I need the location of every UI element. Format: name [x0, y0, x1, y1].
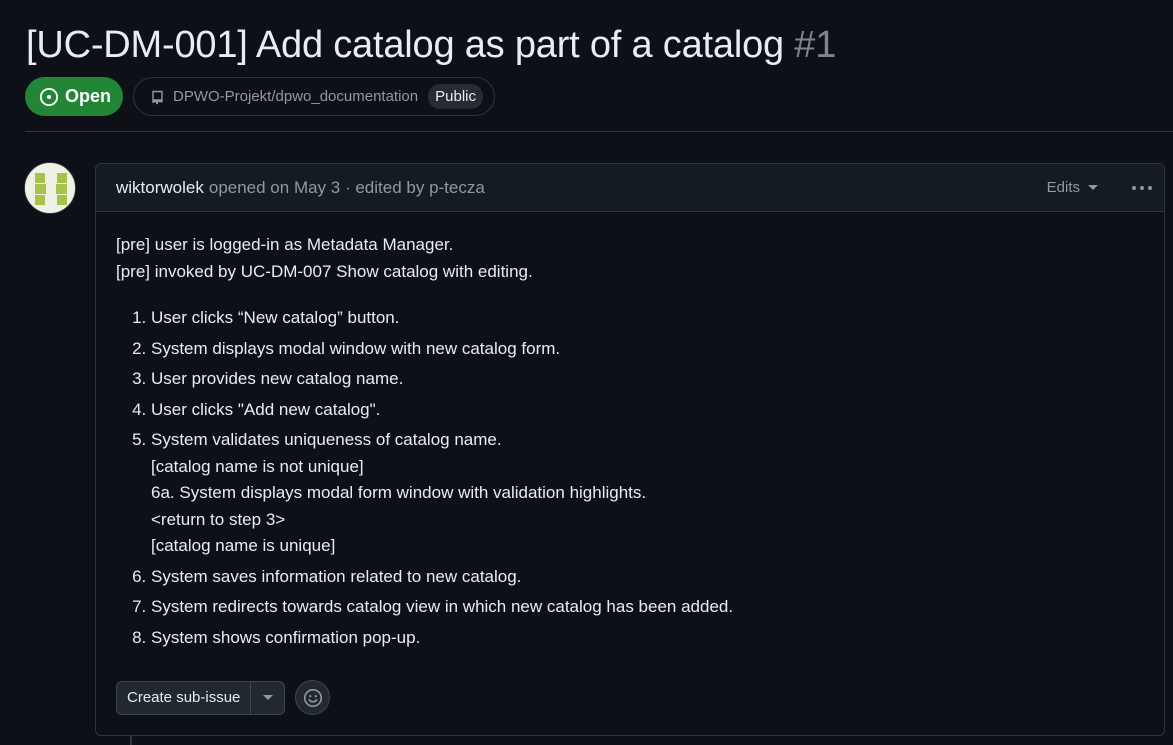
step-branch-line: [catalog name is not unique] — [151, 456, 364, 476]
identicon-icon — [25, 163, 75, 213]
repo-icon — [152, 90, 163, 104]
caret-down-icon — [262, 695, 273, 700]
step-branch-line: <return to step 3> — [151, 509, 286, 529]
issue-title-text: [UC-DM-001] Add catalog as part of a cat… — [26, 24, 784, 66]
list-item: System displays modal window with new ca… — [151, 336, 1144, 363]
edits-dropdown[interactable]: Edits — [1047, 179, 1098, 196]
list-item: User clicks “New catalog” button. — [151, 305, 1144, 332]
comment-header: wiktorwolek opened on May 3 · edited by … — [96, 164, 1164, 212]
create-sub-issue-button[interactable]: Create sub-issue — [117, 681, 252, 714]
steps-list: User clicks “New catalog” button. System… — [116, 305, 1144, 651]
create-sub-issue-group: Create sub-issue — [116, 680, 286, 715]
precondition-line: [pre] user is logged-in as Metadata Mana… — [116, 235, 454, 254]
comment-body: [pre] user is logged-in as Metadata Mana… — [96, 212, 1164, 651]
issue-state-badge: Open — [25, 77, 123, 116]
list-item: User provides new catalog name. — [151, 366, 1144, 393]
timeline-connector — [130, 736, 132, 745]
step-text: System validates uniqueness of catalog n… — [151, 430, 502, 449]
repository-name: DPWO-Projekt/dpwo_documentation — [173, 88, 419, 105]
add-reaction-button[interactable] — [295, 680, 331, 715]
visibility-badge: Public — [428, 84, 483, 109]
author-link[interactable]: wiktorwolek — [116, 178, 204, 198]
list-item: System redirects towards catalog view in… — [151, 594, 1144, 621]
create-sub-issue-dropdown[interactable] — [251, 682, 284, 714]
repository-link[interactable]: DPWO-Projekt/dpwo_documentation Public — [133, 77, 495, 116]
issue-opened-icon — [39, 87, 59, 106]
list-item: System validates uniqueness of catalog n… — [151, 427, 1144, 560]
avatar[interactable] — [24, 162, 76, 214]
issue-state-label: Open — [65, 86, 112, 106]
smiley-icon — [303, 688, 322, 707]
step-branch-line: [catalog name is unique] — [151, 536, 336, 555]
edits-label: Edits — [1046, 179, 1080, 196]
header-divider — [25, 131, 1173, 132]
list-item: System shows confirmation pop-up. — [151, 625, 1144, 652]
issue-number: #1 — [794, 24, 837, 66]
list-item: User clicks "Add new catalog". — [151, 397, 1144, 424]
comment-meta: opened on May 3 · edited by p-tecza — [208, 177, 485, 197]
caret-down-icon — [1088, 185, 1098, 190]
step-branch-line: 6a. System displays modal form window wi… — [151, 483, 647, 502]
issue-body-card: wiktorwolek opened on May 3 · edited by … — [95, 163, 1165, 736]
more-options-icon[interactable] — [1132, 186, 1152, 190]
list-item: System saves information related to new … — [151, 564, 1144, 591]
issue-title: [UC-DM-001] Add catalog as part of a cat… — [26, 22, 836, 68]
comment-actions: Create sub-issue — [116, 680, 331, 715]
precondition-line: [pre] invoked by UC-DM-007 Show catalog … — [116, 261, 533, 281]
